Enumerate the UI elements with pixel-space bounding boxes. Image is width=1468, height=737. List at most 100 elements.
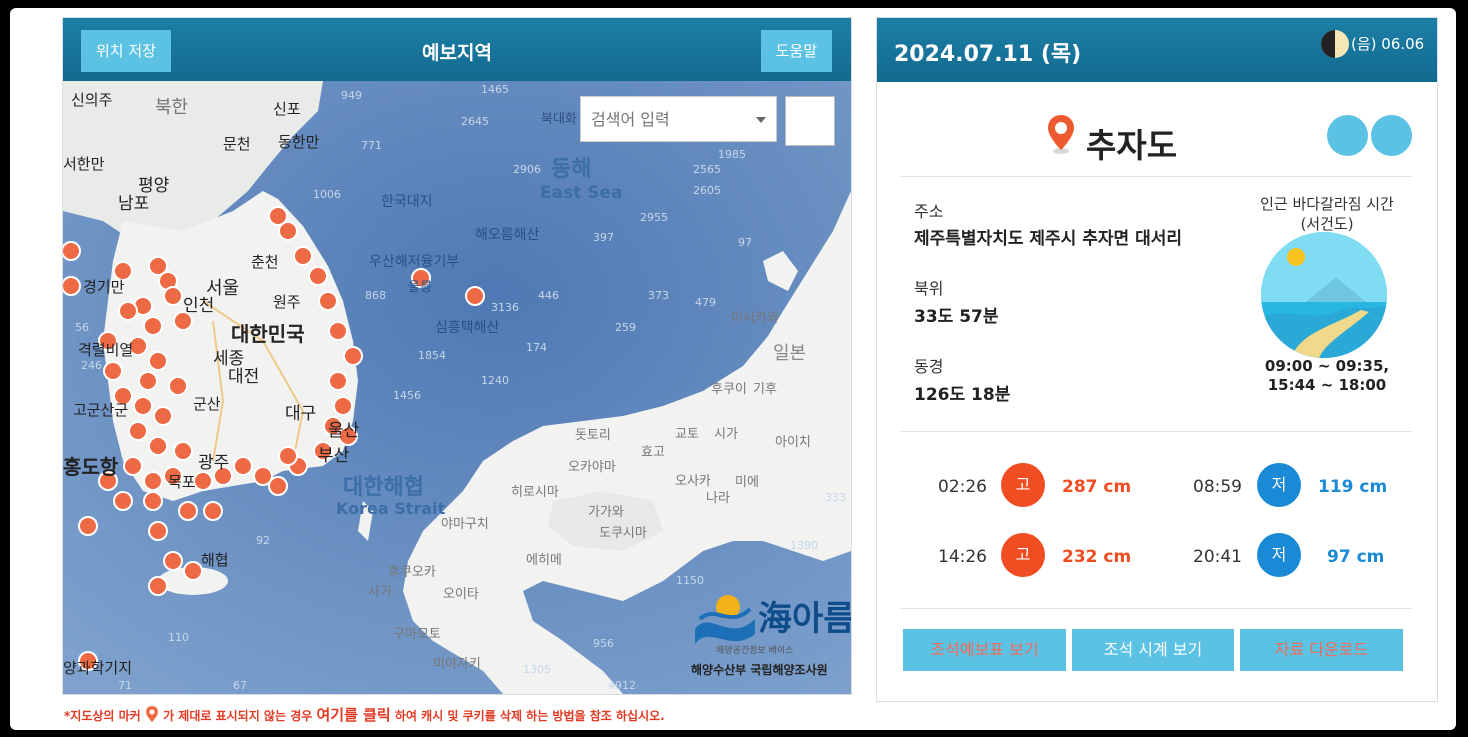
download-button[interactable]: 자료 다운로드	[1240, 629, 1403, 671]
forecast-area-panel: 위치 저장 예보지역 도움말 신의주 북한 신포 문천 동한만 서한만 평양 남…	[62, 17, 852, 695]
panel-title: 예보지역	[422, 42, 492, 64]
depth-label: 246	[81, 359, 102, 372]
search-select[interactable]	[580, 96, 777, 142]
map-label-kyoto: 교토	[675, 427, 699, 442]
longitude-value: 126도 18분	[914, 385, 1011, 405]
map-label-wonju: 원주	[273, 293, 301, 311]
depth-label: 259	[615, 321, 636, 334]
depth-label: 1240	[481, 374, 509, 387]
map-label-haeoreum: 해오름해산	[475, 227, 540, 243]
map-label-haehyeop-short: 해협	[201, 551, 229, 569]
depth-label: 956	[593, 637, 614, 650]
search-input[interactable]	[581, 97, 751, 141]
map-label-yamaguchi: 야마구치	[441, 517, 489, 532]
map-label-saga: 사가	[368, 585, 392, 600]
moon-phase-icon	[1321, 30, 1349, 58]
map-label-east-sea: East Sea	[540, 183, 623, 203]
depth-label: 1006	[313, 188, 341, 201]
depth-label: 4912	[608, 679, 636, 692]
tide-time: 08:59	[1193, 477, 1242, 497]
depth-label: 2565	[693, 163, 721, 176]
latitude-value: 33도 57분	[914, 307, 999, 327]
longitude-label: 동경	[914, 357, 944, 376]
address-label: 주소	[914, 202, 944, 221]
depth-label: 1456	[393, 389, 421, 402]
map-label-ulsan: 울산	[328, 421, 360, 441]
map-label-simheungtaek: 심흥택해산	[435, 320, 500, 336]
logo-sub: 해양공간정보 베이스	[716, 646, 794, 656]
map-label-okayama: 오카야마	[568, 460, 616, 475]
forecast-area-header: 위치 저장 예보지역 도움말	[63, 18, 851, 81]
sea-parting-time: 09:00 ~ 09:35, 15:44 ~ 18:00	[1247, 357, 1407, 395]
map[interactable]: 신의주 북한 신포 문천 동한만 서한만 평양 남포 서울 인천 춘천 원주 대…	[63, 81, 851, 694]
logo-org: 해양수산부 국립해양조사원	[691, 663, 828, 677]
map-label-mokpo: 목포	[168, 473, 196, 491]
depth-label: 1854	[418, 349, 446, 362]
address-value: 제주특별자치도 제주시 추자면 대서리	[914, 229, 1182, 249]
map-label-ilbon: 일본	[773, 343, 807, 364]
map-label-sinpo: 신포	[273, 100, 301, 118]
depth-label: 71	[118, 679, 132, 692]
map-label-gyeongnyeol: 격렬비열	[78, 341, 134, 359]
high-tide-badge: 고	[1001, 463, 1045, 507]
map-label-korea: 대한민국	[231, 322, 305, 346]
map-label-gwahak: 양과학기지	[63, 659, 133, 677]
map-label-muncheon: 문천	[223, 135, 251, 153]
depth-label: 2645	[461, 115, 489, 128]
map-label-daejeon: 대전	[228, 367, 260, 387]
logo-name: 海아름	[758, 599, 851, 639]
map-label-hongdohang: 홍도항	[63, 455, 119, 479]
tide-table-label: 조석예보표 보기	[930, 640, 1039, 659]
map-label-busan: 부산	[318, 446, 350, 466]
divider	[901, 608, 1412, 609]
divider	[901, 176, 1412, 177]
tide-table-button[interactable]: 조석예보표 보기	[903, 629, 1066, 671]
sea-parting-time-2: 15:44 ~ 18:00	[1267, 376, 1387, 394]
tide-time: 02:26	[938, 477, 987, 497]
depth-label: 868	[365, 289, 386, 302]
tide-time: 20:41	[1193, 547, 1242, 567]
clear-cache-link[interactable]: 여기를 클릭	[316, 706, 390, 724]
depth-label: 1465	[481, 83, 509, 96]
map-label-ehime: 에히메	[526, 553, 562, 568]
map-label-gunsan: 군산	[193, 395, 221, 413]
map-label-fukui: 후쿠이	[711, 382, 747, 397]
depth-label: 446	[538, 289, 559, 302]
map-label-ulleung: 울릉	[408, 280, 432, 295]
lunar-date: (음) 06.06	[1351, 35, 1425, 53]
depth-label: 333	[825, 491, 846, 504]
tide-level: 232 cm	[1062, 547, 1132, 567]
sea-parting-image	[1261, 232, 1387, 358]
search-button[interactable]	[785, 96, 835, 146]
help-button[interactable]: 도움말	[760, 30, 832, 72]
map-label-miyazaki: 미야자키	[433, 657, 481, 672]
depth-label: 56	[75, 321, 89, 334]
sea-parting-title-line1: 인근 바다갈라짐 시간	[1260, 195, 1394, 213]
place-name: 추자도	[1086, 126, 1178, 165]
sea-parting-illustration	[1261, 232, 1387, 358]
note-text-3: 하여 캐시 및 쿠키를 삭제 하는 방법을 참조 하십시오.	[394, 709, 665, 723]
map-marker-icon	[145, 706, 158, 722]
tide-level: 287 cm	[1062, 477, 1132, 497]
low-tide-badge: 저	[1257, 463, 1301, 507]
depth-label: 92	[256, 534, 270, 547]
tide-level: 119 cm	[1318, 477, 1388, 497]
download-label: 자료 다운로드	[1274, 640, 1369, 659]
khoa-logo: 海아름 해양공간정보 베이스 해양수산부 국립해양조사원	[688, 581, 851, 691]
tide-clock-label: 조석 시계 보기	[1103, 640, 1203, 659]
depth-label: 1390	[790, 539, 818, 552]
depth-label: 1305	[523, 663, 551, 676]
depth-label: 2955	[640, 211, 668, 224]
map-label-kumamoto: 구마모토	[393, 627, 441, 642]
map-label-nampo: 남포	[118, 194, 150, 214]
depth-label: 949	[341, 89, 362, 102]
map-label-oita: 오이타	[443, 587, 479, 602]
map-label-usanhae: 우산해저융기부	[369, 254, 460, 270]
map-label-sinuiju: 신의주	[71, 91, 113, 109]
map-label-dottori: 돗토리	[575, 428, 611, 443]
favorite-button[interactable]	[1327, 115, 1368, 156]
share-button[interactable]	[1371, 115, 1412, 156]
map-label-gogunsan: 고군산군	[73, 401, 129, 419]
map-label-aichi: 아이치	[775, 435, 811, 450]
tide-clock-button[interactable]: 조석 시계 보기	[1072, 629, 1234, 671]
